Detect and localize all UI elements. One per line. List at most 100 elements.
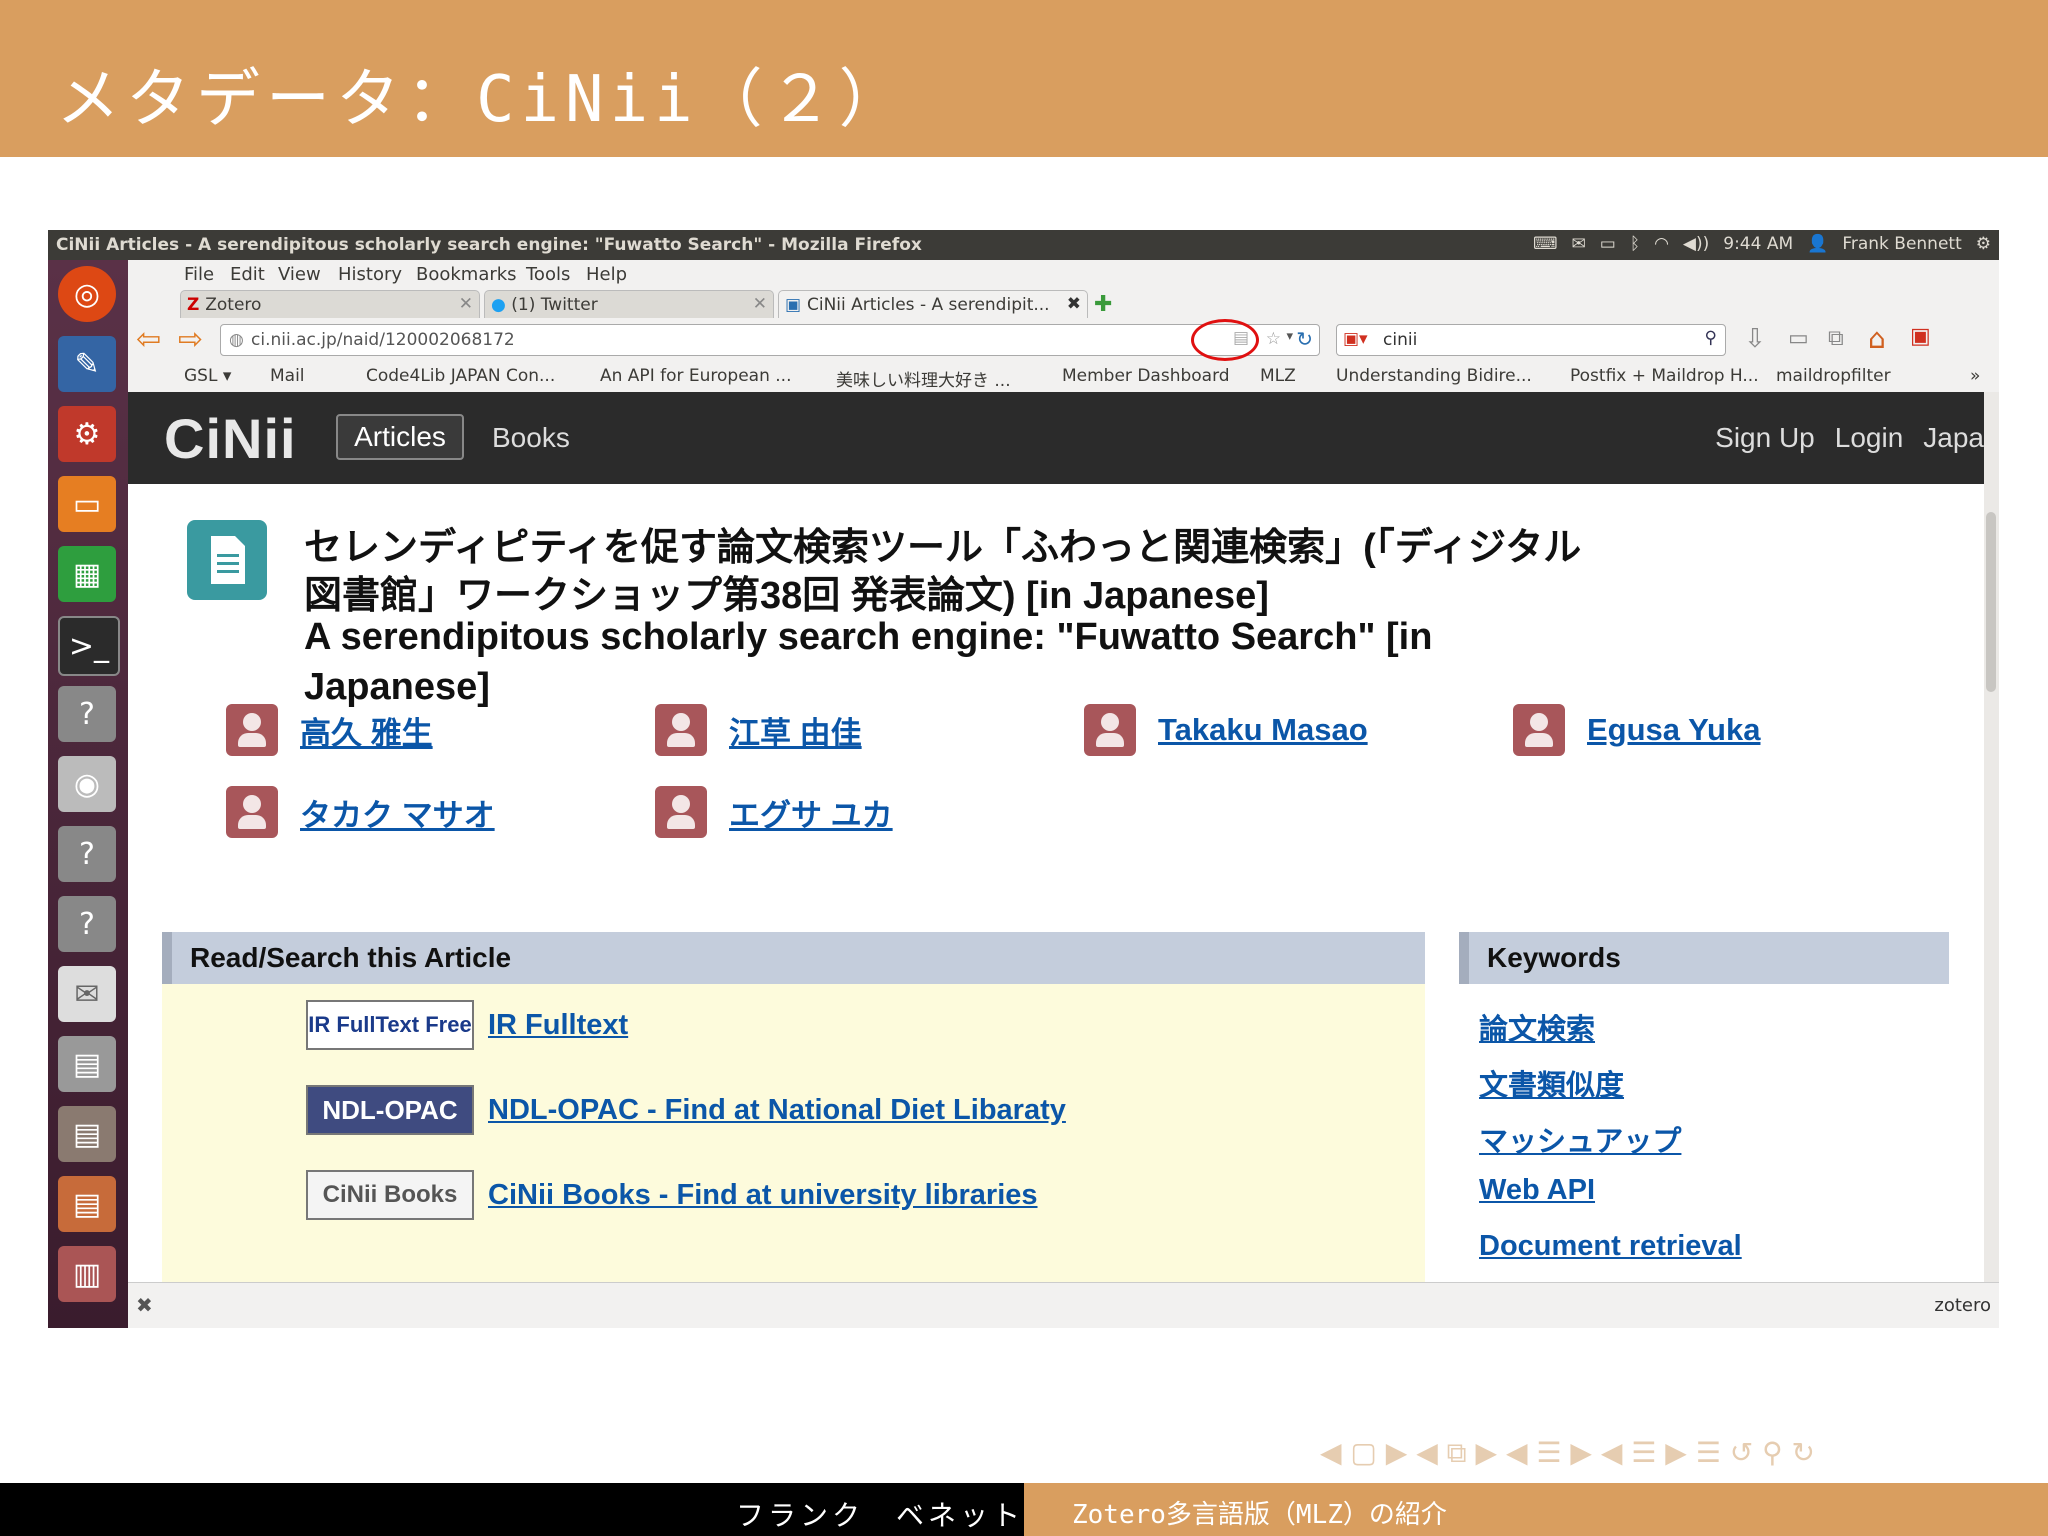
keyword-link[interactable]: 文書類似度 [1479, 1062, 1624, 1104]
menu-bookmarks[interactable]: Bookmarks [416, 264, 517, 285]
news-icon[interactable]: ◉ [58, 756, 116, 812]
url-bar[interactable]: ◍ ci.nii.ac.jp/naid/120002068172 ▤ ☆ ▾ ↻ [220, 319, 1320, 361]
panorama-icon[interactable]: ⧉ [1828, 326, 1844, 351]
search-engine-icon[interactable]: ▣▾ [1343, 329, 1368, 349]
tab-zotero[interactable]: Z Zotero ✕ [180, 290, 480, 318]
download-icon[interactable]: ⇩ [1744, 324, 1766, 354]
keyboard-icon[interactable]: ⌨ [1533, 234, 1558, 254]
cinii-books-logo[interactable]: CiNii Books [306, 1170, 474, 1220]
site-identity-icon[interactable]: ◍ [229, 330, 244, 350]
menu-tools[interactable]: Tools [526, 264, 570, 285]
clock[interactable]: 9:44 AM [1723, 234, 1793, 254]
mail-icon[interactable]: ✉ [1572, 234, 1586, 254]
bookmark-code4lib[interactable]: Code4Lib JAPAN Con... [366, 366, 555, 386]
dropdown-icon[interactable]: ▾ [1286, 329, 1293, 344]
bookmark-gsl[interactable]: GSL ▾ [184, 366, 231, 386]
tab-label: CiNii Articles - A serendipit... [806, 295, 1050, 315]
scrollbar[interactable] [1984, 392, 1999, 1282]
minimize-toolbar-icon[interactable]: ▭ [1788, 326, 1809, 351]
zotero-status-label[interactable]: zotero [1934, 1295, 1991, 1316]
menu-help[interactable]: Help [586, 264, 627, 285]
user-name[interactable]: Frank Bennett [1842, 234, 1961, 254]
star-icon[interactable]: ☆ [1266, 329, 1281, 349]
ndl-opac-logo[interactable]: NDL-OPAC [306, 1085, 474, 1135]
beamer-navigation[interactable]: ◀ ▢ ▶ ◀ ⧉ ▶ ◀ ☰ ▶ ◀ ☰ ▶ ☰ ↺ ⚲ ↻ [1320, 1436, 1815, 1470]
nav-books[interactable]: Books [492, 422, 570, 454]
top-panel: CiNii Articles - A serendipitous scholar… [48, 230, 1999, 260]
bookmark-cooking[interactable]: 美味しい料理大好き ... [836, 366, 1011, 391]
settings-icon[interactable]: ⚙ [58, 406, 116, 462]
bookmark-mail[interactable]: Mail [270, 366, 305, 386]
nav-account: Sign Up Login Japa [1715, 422, 1984, 454]
article-title-en: A serendipitous scholarly search engine:… [304, 616, 1433, 658]
spreadsheet-icon[interactable]: ▦ [58, 546, 116, 602]
tab-label: Zotero [205, 295, 262, 315]
terminal-icon[interactable]: >_ [58, 616, 120, 676]
bookmark-understanding-bidi[interactable]: Understanding Bidire... [1336, 366, 1532, 386]
volume-icon[interactable]: ◀)) [1683, 234, 1709, 254]
close-icon[interactable]: ✖ [136, 1293, 153, 1317]
bookmark-mlz[interactable]: MLZ [1260, 366, 1296, 386]
ndl-opac-link[interactable]: NDL-OPAC - Find at National Diet Libarat… [488, 1094, 1066, 1127]
search-icon[interactable]: ⚲ [1705, 328, 1717, 348]
tab-cinii[interactable]: ▣ CiNii Articles - A serendipit... ✖ [778, 290, 1088, 318]
menu-view[interactable]: View [278, 264, 321, 285]
ubuntu-icon[interactable]: ◎ [58, 266, 116, 322]
unknown-app-icon[interactable]: ? [58, 896, 116, 952]
search-bar[interactable]: ▣▾ cinii ⚲ [1336, 324, 1726, 356]
text-editor-icon[interactable]: ✎ [58, 336, 116, 392]
battery-icon[interactable]: ▭ [1600, 234, 1616, 254]
author-link[interactable]: Takaku Masao [1158, 712, 1368, 748]
mail-icon[interactable]: ✉ [58, 966, 116, 1022]
bookmark-maildropfilter[interactable]: maildropfilter [1776, 366, 1891, 386]
nav-articles[interactable]: Articles [336, 414, 464, 460]
close-icon[interactable]: ✕ [753, 294, 767, 314]
bookmarks-overflow[interactable]: » [1970, 366, 1980, 386]
forward-icon[interactable]: ⇨ [178, 322, 203, 357]
bookmark-api-european[interactable]: An API for European ... [600, 366, 791, 386]
author-link[interactable]: エグサ ユカ [729, 790, 893, 835]
author-link[interactable]: タカク マサオ [300, 790, 495, 835]
trash-icon[interactable]: ▥ [58, 1246, 116, 1302]
ir-fulltext-logo[interactable]: IR FullText Free [306, 1000, 474, 1050]
keyword-link[interactable]: マッシュアップ [1479, 1118, 1681, 1160]
keyword-link[interactable]: Web API [1479, 1174, 1595, 1207]
bookmark-member-dashboard[interactable]: Member Dashboard [1062, 366, 1230, 386]
nav-login[interactable]: Login [1835, 422, 1904, 454]
close-icon[interactable]: ✕ [459, 294, 473, 314]
back-icon[interactable]: ⇦ [136, 322, 161, 357]
wifi-icon[interactable]: ◠ [1654, 234, 1669, 254]
new-tab-icon[interactable]: ✚ [1094, 292, 1112, 317]
author-item: エグサ ユカ [655, 786, 893, 838]
ir-fulltext-link[interactable]: IR Fulltext [488, 1009, 628, 1042]
nav-signup[interactable]: Sign Up [1715, 422, 1815, 454]
workspace-icon[interactable]: ▤ [58, 1176, 116, 1232]
workspace-icon[interactable]: ▤ [58, 1106, 116, 1162]
author-link[interactable]: 高久 雅生 [300, 708, 433, 753]
reload-icon[interactable]: ↻ [1296, 327, 1313, 351]
cinii-books-link[interactable]: CiNii Books - Find at university librari… [488, 1179, 1038, 1212]
author-link[interactable]: Egusa Yuka [1587, 712, 1760, 748]
gear-icon[interactable]: ⚙ [1976, 234, 1991, 254]
keyword-link[interactable]: Document retrieval [1479, 1230, 1742, 1263]
menu-file[interactable]: File [184, 264, 214, 285]
scrollbar-thumb[interactable] [1986, 512, 1996, 692]
keyword-link[interactable]: 論文検索 [1479, 1006, 1595, 1048]
bluetooth-icon[interactable]: ᛒ [1630, 234, 1640, 254]
home-icon[interactable]: ⌂ [1868, 322, 1886, 355]
bookmark-postfix[interactable]: Postfix + Maildrop H... [1570, 366, 1759, 386]
user-icon: 👤 [1807, 234, 1829, 254]
page-viewport: CiNii Articles Books Sign Up Login Japa … [128, 392, 1984, 1328]
close-icon[interactable]: ✖ [1067, 294, 1081, 314]
menu-history[interactable]: History [338, 264, 402, 285]
tab-twitter[interactable]: ● (1) Twitter ✕ [484, 290, 774, 318]
unknown-app-icon[interactable]: ? [58, 686, 116, 742]
unknown-app-icon[interactable]: ? [58, 826, 116, 882]
nav-language[interactable]: Japa [1923, 422, 1984, 454]
cinii-logo[interactable]: CiNii [164, 406, 297, 471]
zotero-toolbar-icon[interactable]: ▣ [1910, 324, 1931, 349]
folder-icon[interactable]: ▭ [58, 476, 116, 532]
author-link[interactable]: 江草 由佳 [729, 708, 862, 753]
workspace-icon[interactable]: ▤ [58, 1036, 116, 1092]
menu-edit[interactable]: Edit [230, 264, 265, 285]
